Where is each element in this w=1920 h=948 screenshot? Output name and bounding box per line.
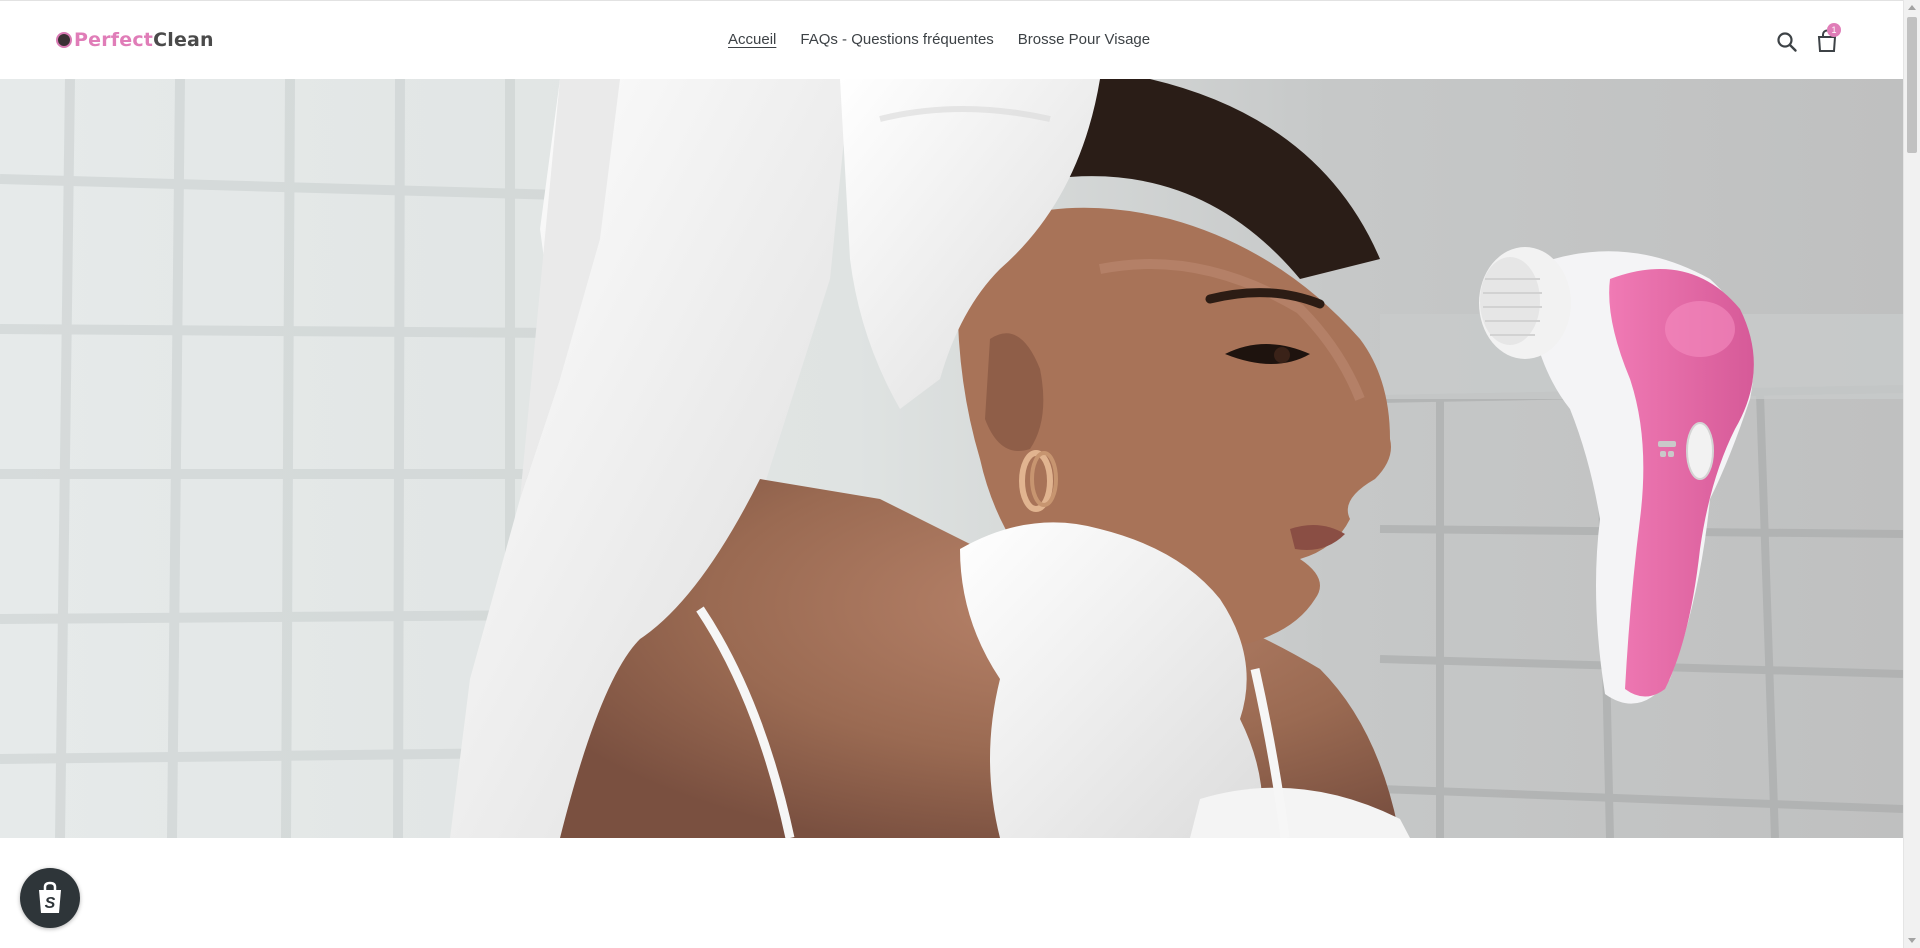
shopify-bag-icon[interactable]: S	[20, 868, 80, 928]
page: Perfect Clean Accueil FAQs - Questions f…	[0, 0, 1920, 948]
main-nav: Accueil FAQs - Questions fréquentes Bros…	[728, 31, 1150, 48]
search-icon[interactable]	[1776, 31, 1798, 53]
logo-text-clean: Clean	[153, 29, 214, 51]
scroll-thumb[interactable]	[1907, 17, 1917, 153]
scroll-down-arrow-icon[interactable]	[1908, 938, 1916, 943]
nav-item-faqs[interactable]: FAQs - Questions fréquentes	[800, 31, 993, 48]
site-header: Perfect Clean Accueil FAQs - Questions f…	[0, 0, 1903, 79]
logo-mark-icon	[56, 32, 72, 48]
nav-item-accueil[interactable]: Accueil	[728, 31, 776, 48]
logo-text-perfect: Perfect	[74, 29, 154, 51]
vertical-scrollbar[interactable]	[1903, 0, 1920, 948]
nav-item-brosse-pour-visage[interactable]: Brosse Pour Visage	[1018, 31, 1150, 48]
svg-text:S: S	[45, 895, 56, 912]
hero-banner	[0, 79, 1903, 838]
brand-logo[interactable]: Perfect Clean	[56, 29, 214, 51]
hero-image	[0, 79, 1903, 838]
scroll-up-arrow-icon[interactable]	[1908, 5, 1916, 10]
content-area	[0, 838, 1903, 948]
cart-count-badge: 1	[1827, 23, 1841, 37]
